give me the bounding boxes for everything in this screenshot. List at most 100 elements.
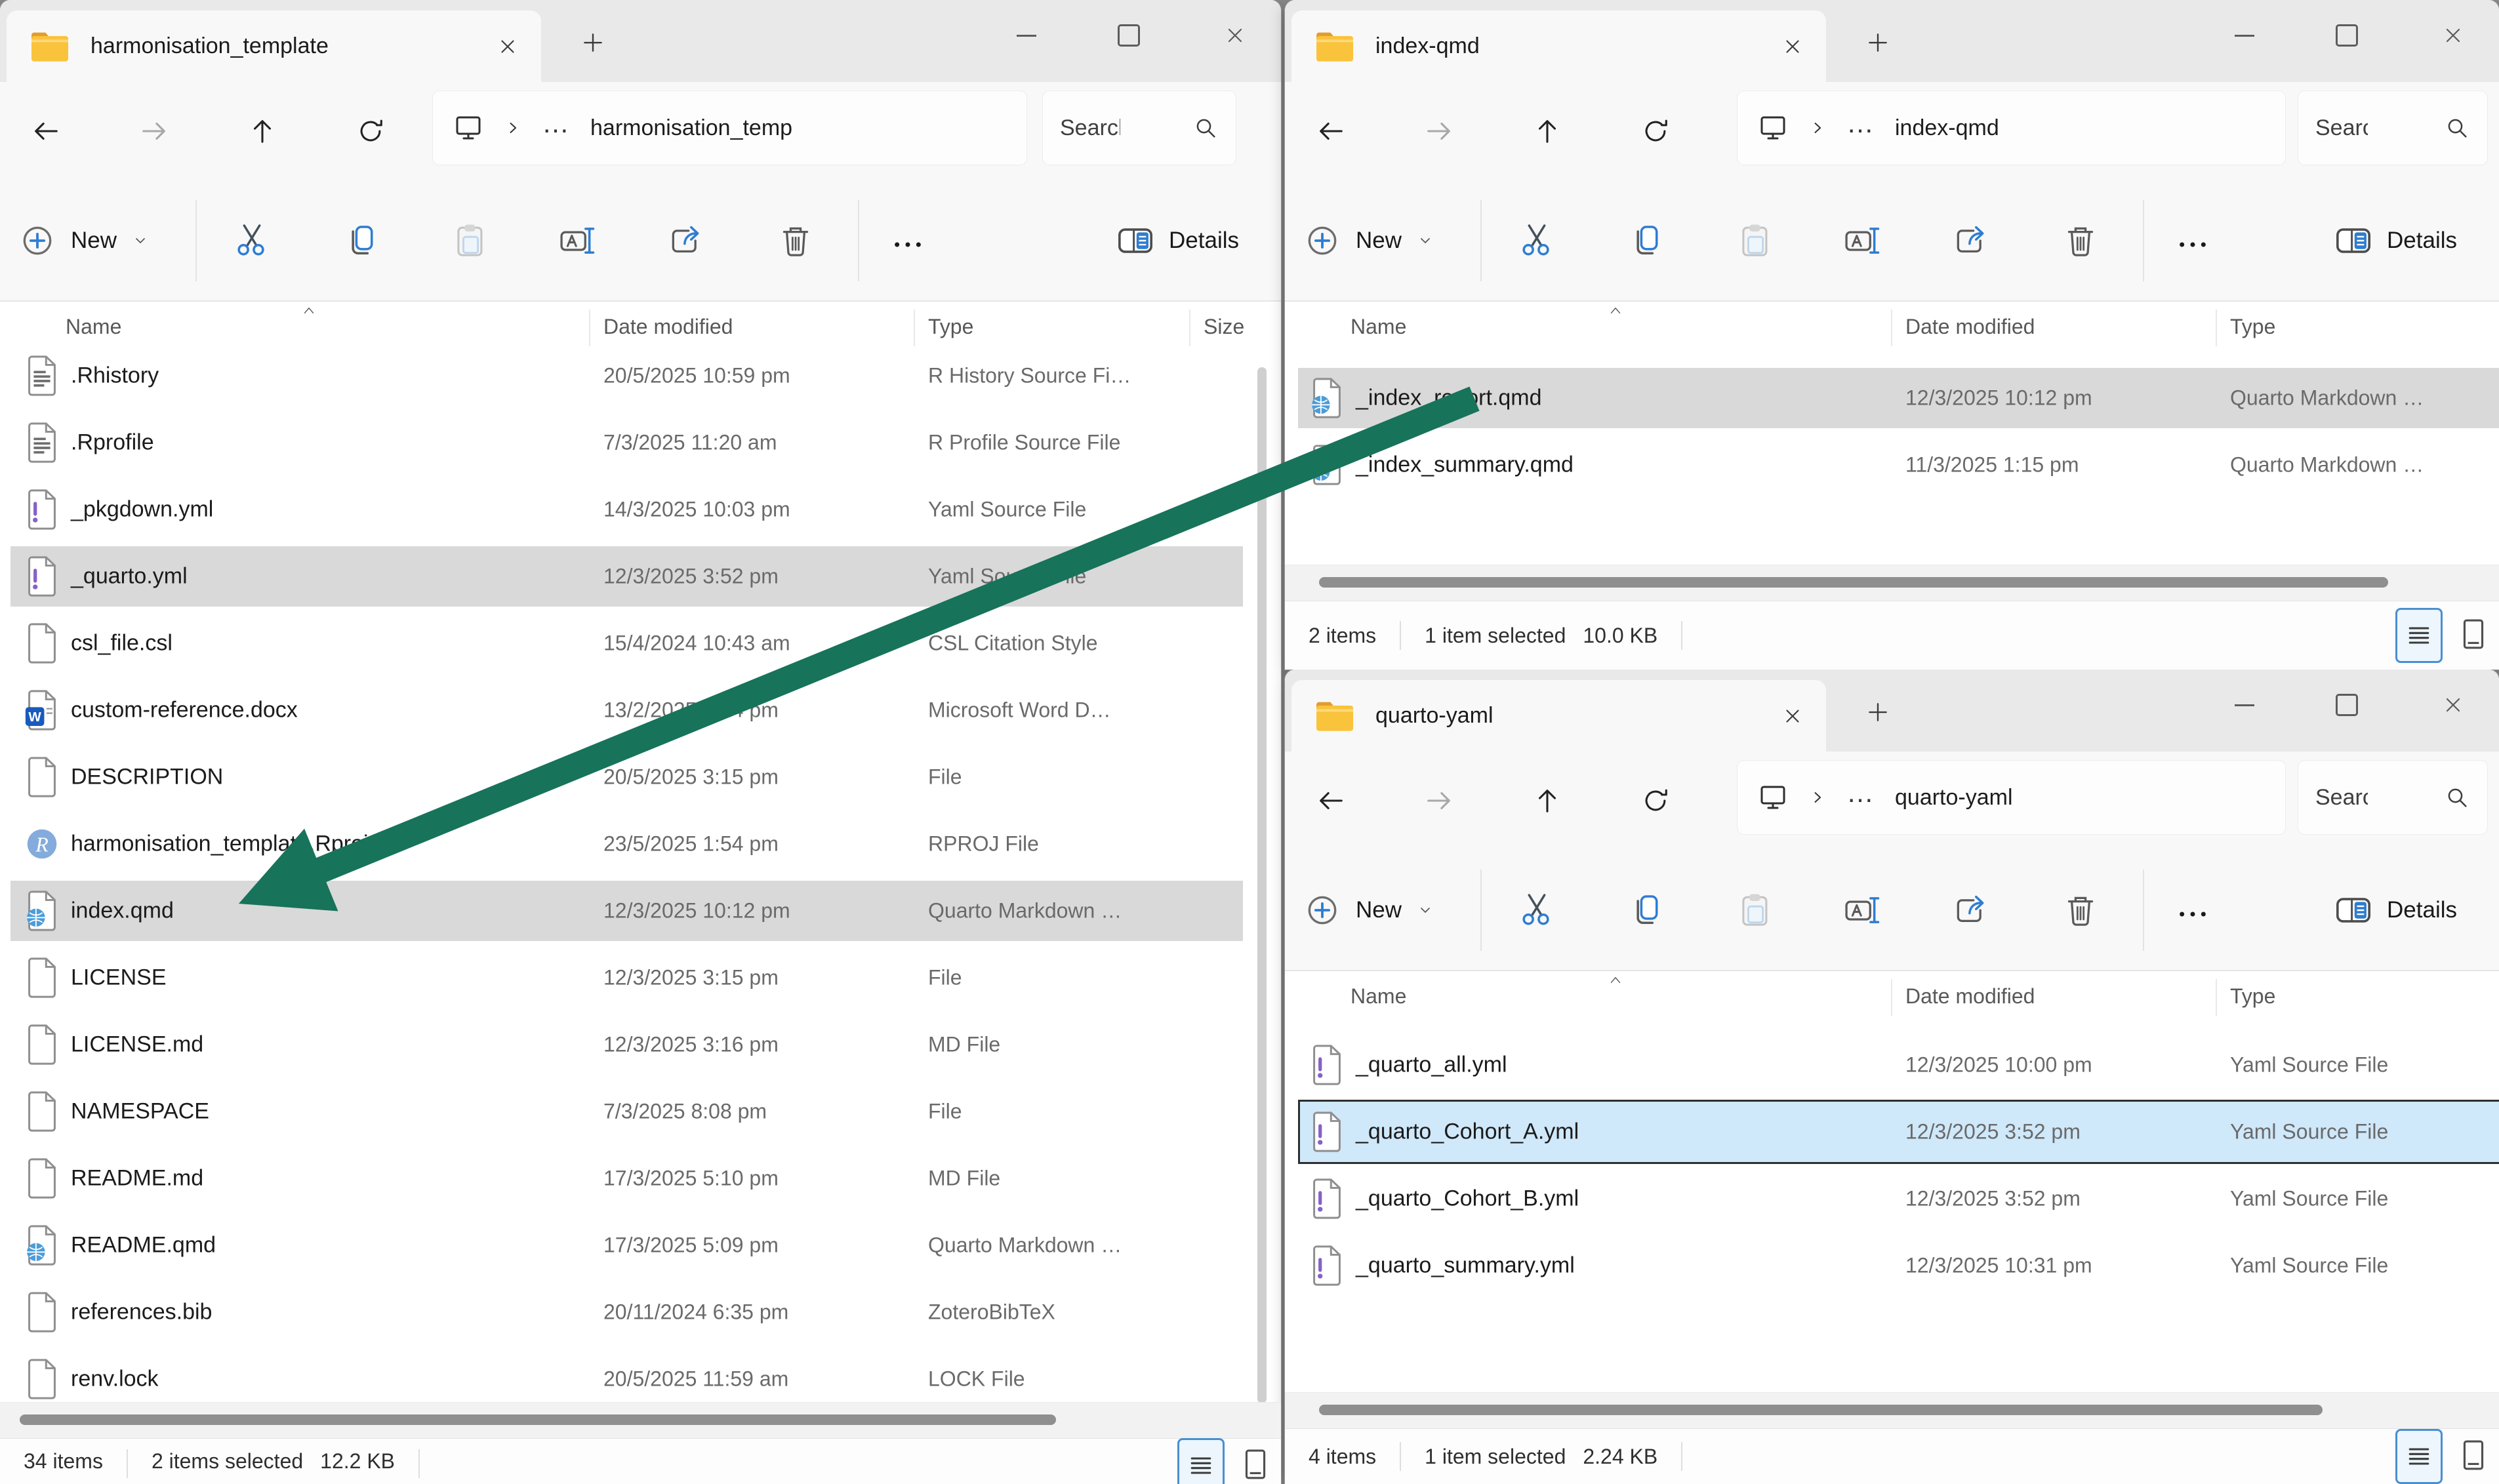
copy-button[interactable]: [343, 222, 380, 259]
file-row[interactable]: LICENSE 12/3/2025 3:15 pm File: [0, 944, 1281, 1011]
folder-tab[interactable]: quarto-yaml: [1291, 680, 1826, 752]
more-options-button[interactable]: [2174, 896, 2211, 933]
horizontal-scrollbar[interactable]: [20, 1414, 1056, 1425]
close-button[interactable]: [1211, 12, 1259, 59]
address-bar[interactable]: … index-qmd: [1737, 91, 2285, 165]
file-row[interactable]: _quarto_Cohort_B.yml 12/3/2025 3:52 pm Y…: [1285, 1165, 2499, 1232]
vertical-scrollbar[interactable]: [1257, 367, 1267, 1403]
file-row[interactable]: DESCRIPTION 20/5/2025 3:15 pm File: [0, 744, 1281, 811]
column-header-type[interactable]: Type: [2230, 984, 2275, 1009]
cut-button[interactable]: [234, 221, 270, 258]
minimize-button[interactable]: [2221, 12, 2268, 59]
delete-button[interactable]: [2062, 892, 2099, 929]
new-tab-button[interactable]: [1865, 30, 1890, 55]
column-header-name[interactable]: Name: [66, 315, 121, 339]
new-button[interactable]: New: [1305, 204, 1433, 277]
column-header-type[interactable]: Type: [928, 315, 973, 339]
preview-pane-button[interactable]: [1239, 1446, 1272, 1484]
file-row[interactable]: _index_summary.qmd 11/3/2025 1:15 pm Qua…: [1285, 431, 2499, 498]
up-button[interactable]: [1532, 116, 1562, 146]
search-input[interactable]: Search: [2315, 115, 2368, 141]
file-row[interactable]: _quarto_Cohort_A.yml 12/3/2025 3:52 pm Y…: [1285, 1098, 2499, 1165]
horizontal-scrollbar[interactable]: [1319, 1405, 2323, 1415]
file-row[interactable]: harmonisation_template.Rproj 23/5/2025 1…: [0, 811, 1281, 877]
rename-button[interactable]: [559, 222, 596, 259]
delete-button[interactable]: [777, 222, 814, 259]
file-row[interactable]: _quarto_summary.yml 12/3/2025 10:31 pm Y…: [1285, 1232, 2499, 1299]
file-row[interactable]: .Rhistory 20/5/2025 10:59 pm R History S…: [0, 342, 1281, 409]
forward-button[interactable]: [1424, 116, 1454, 146]
breadcrumb-path[interactable]: index-qmd: [1895, 115, 1999, 141]
horizontal-scrollbar[interactable]: [1319, 577, 2388, 588]
folder-tab[interactable]: index-qmd: [1291, 10, 1826, 82]
address-bar[interactable]: … harmonisation_temp: [433, 91, 1026, 165]
tab-close-icon[interactable]: [497, 35, 519, 58]
details-view-button[interactable]: [2395, 1429, 2443, 1484]
file-row[interactable]: README.qmd 17/3/2025 5:09 pm Quarto Mark…: [0, 1212, 1281, 1279]
file-row[interactable]: _quarto.yml 12/3/2025 3:52 pm Yaml Sourc…: [0, 543, 1281, 610]
cut-button[interactable]: [1518, 891, 1555, 927]
search-input[interactable]: Search: [1060, 115, 1120, 141]
breadcrumb-path[interactable]: quarto-yaml: [1895, 785, 2013, 811]
file-row[interactable]: README.md 17/3/2025 5:10 pm MD File: [0, 1145, 1281, 1212]
close-button[interactable]: [2429, 12, 2477, 59]
file-row[interactable]: _pkgdown.yml 14/3/2025 10:03 pm Yaml Sou…: [0, 476, 1281, 543]
cut-button[interactable]: [1518, 221, 1555, 258]
maximize-button[interactable]: [2323, 681, 2370, 729]
more-options-button[interactable]: [2174, 226, 2211, 263]
column-header-date-modified[interactable]: Date modified: [1905, 984, 2035, 1009]
new-tab-button[interactable]: [1865, 700, 1890, 725]
minimize-button[interactable]: [2221, 681, 2268, 729]
file-row[interactable]: csl_file.csl 15/4/2024 10:43 am CSL Cita…: [0, 610, 1281, 677]
back-button[interactable]: [1316, 786, 1346, 816]
column-header-name[interactable]: Name: [1351, 315, 1406, 339]
up-button[interactable]: [1532, 786, 1562, 816]
paste-button[interactable]: [452, 222, 489, 259]
column-header-date-modified[interactable]: Date modified: [1905, 315, 2035, 339]
maximize-button[interactable]: [2323, 12, 2370, 59]
close-button[interactable]: [2429, 681, 2477, 729]
breadcrumb-ellipsis[interactable]: …: [1846, 777, 1875, 809]
column-header-size[interactable]: Size: [1204, 315, 1244, 339]
breadcrumb-ellipsis[interactable]: …: [1846, 108, 1875, 139]
breadcrumb-path[interactable]: harmonisation_temp: [590, 115, 792, 141]
tab-close-icon[interactable]: [1781, 35, 1804, 58]
search-box[interactable]: Search: [2298, 91, 2487, 165]
paste-button[interactable]: [1737, 222, 1774, 259]
more-options-button[interactable]: [889, 226, 926, 263]
new-button[interactable]: New: [20, 204, 148, 277]
preview-pane-button[interactable]: [2457, 1437, 2490, 1476]
file-row[interactable]: _index_report.qmd 12/3/2025 10:12 pm Qua…: [1285, 365, 2499, 431]
details-button[interactable]: Details: [2334, 873, 2457, 947]
refresh-button[interactable]: [1640, 786, 1671, 816]
refresh-button[interactable]: [356, 116, 386, 146]
details-view-button[interactable]: [2395, 608, 2443, 663]
column-header-date-modified[interactable]: Date modified: [603, 315, 733, 339]
details-button[interactable]: Details: [1116, 204, 1239, 277]
file-row[interactable]: index.qmd 12/3/2025 10:12 pm Quarto Mark…: [0, 877, 1281, 944]
file-row[interactable]: LICENSE.md 12/3/2025 3:16 pm MD File: [0, 1011, 1281, 1078]
paste-button[interactable]: [1737, 892, 1774, 929]
back-button[interactable]: [31, 116, 61, 146]
file-row[interactable]: custom-reference.docx 13/2/2025 1:24 pm …: [0, 677, 1281, 744]
share-button[interactable]: [1952, 222, 1989, 259]
file-row[interactable]: .Rprofile 7/3/2025 11:20 am R Profile So…: [0, 409, 1281, 476]
file-row[interactable]: _quarto_all.yml 12/3/2025 10:00 pm Yaml …: [1285, 1032, 2499, 1098]
column-header-type[interactable]: Type: [2230, 315, 2275, 339]
minimize-button[interactable]: [1003, 12, 1050, 59]
file-row[interactable]: references.bib 20/11/2024 6:35 pm Zotero…: [0, 1279, 1281, 1346]
copy-button[interactable]: [1628, 222, 1665, 259]
forward-button[interactable]: [1424, 786, 1454, 816]
folder-tab[interactable]: harmonisation_template: [7, 10, 541, 82]
details-view-button[interactable]: [1177, 1438, 1225, 1484]
rename-button[interactable]: [1844, 892, 1880, 929]
delete-button[interactable]: [2062, 222, 2099, 259]
search-box[interactable]: Search: [2298, 761, 2487, 834]
rename-button[interactable]: [1844, 222, 1880, 259]
share-button[interactable]: [1952, 892, 1989, 929]
column-header-name[interactable]: Name: [1351, 984, 1406, 1009]
new-button[interactable]: New: [1305, 873, 1433, 947]
details-button[interactable]: Details: [2334, 204, 2457, 277]
back-button[interactable]: [1316, 116, 1346, 146]
preview-pane-button[interactable]: [2457, 616, 2490, 655]
